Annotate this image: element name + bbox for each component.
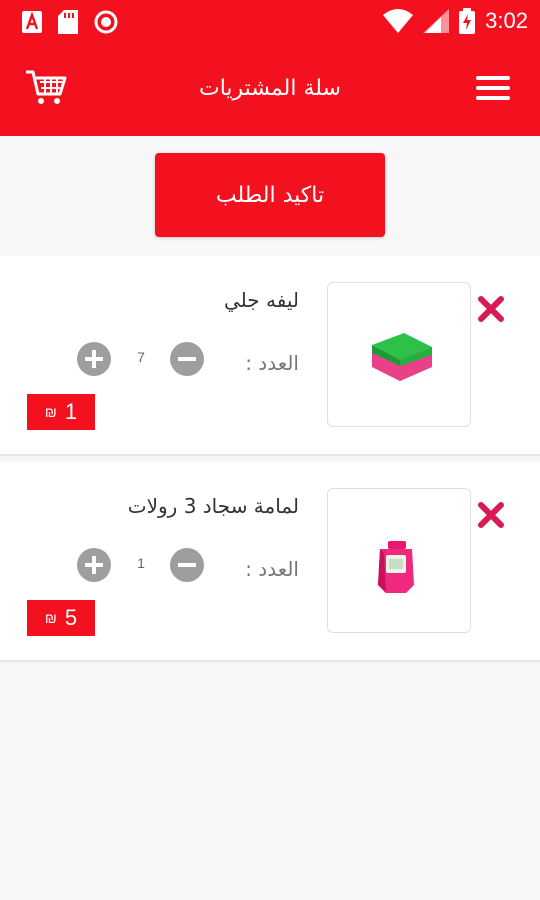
- remove-item-button[interactable]: [476, 294, 506, 324]
- battery-charging-icon: [459, 8, 476, 34]
- cart-item: لمامة سجاد 3 رولات العدد : 1 ₪ 5: [0, 462, 540, 662]
- menu-button[interactable]: [476, 76, 510, 102]
- quantity-label: العدد :: [245, 351, 299, 375]
- status-time: 3:02: [485, 8, 528, 33]
- currency-symbol: ₪: [44, 610, 57, 626]
- minus-circle-icon: [170, 548, 204, 582]
- app-bar: سلة المشتريات: [0, 44, 540, 136]
- price-badge: ₪ 1: [27, 394, 95, 430]
- menu-icon-line: [476, 86, 510, 90]
- product-image: [327, 488, 471, 633]
- menu-icon-line: [476, 96, 510, 100]
- cart-item: ليفه جلي العدد : 7 ₪ 1: [0, 256, 540, 456]
- status-bar: 3:02: [0, 0, 540, 44]
- minus-circle-icon: [170, 342, 204, 376]
- increase-quantity-button[interactable]: [77, 342, 111, 376]
- confirm-order-button[interactable]: تاكيد الطلب: [155, 153, 385, 237]
- wifi-icon: [383, 9, 414, 33]
- close-icon: [478, 502, 504, 528]
- decrease-quantity-button[interactable]: [170, 342, 204, 376]
- remove-item-button[interactable]: [476, 500, 506, 530]
- page-title: سلة المشتريات: [199, 76, 341, 101]
- quantity-value: 7: [137, 349, 145, 365]
- close-icon: [478, 296, 504, 322]
- font-a-icon: [22, 11, 42, 33]
- price-badge: ₪ 5: [27, 600, 95, 636]
- signal-icon: [423, 9, 450, 33]
- menu-icon: [476, 76, 510, 80]
- sd-card-icon: [58, 10, 78, 34]
- price-value: 1: [64, 399, 78, 424]
- price-value: 5: [64, 605, 78, 630]
- plus-circle-icon: [77, 342, 111, 376]
- item-name: لمامة سجاد 3 رولات: [127, 494, 299, 518]
- confirm-area: تاكيد الطلب: [0, 136, 540, 254]
- record-icon: [94, 10, 118, 34]
- quantity-label: العدد :: [245, 557, 299, 581]
- quantity-value: 1: [137, 555, 145, 571]
- currency-symbol: ₪: [44, 404, 57, 420]
- increase-quantity-button[interactable]: [77, 548, 111, 582]
- sponge-image: [372, 333, 432, 381]
- lint-roller-image: [378, 541, 414, 593]
- plus-circle-icon: [77, 548, 111, 582]
- decrease-quantity-button[interactable]: [170, 548, 204, 582]
- item-name: ليفه جلي: [224, 288, 299, 312]
- product-image: [327, 282, 471, 427]
